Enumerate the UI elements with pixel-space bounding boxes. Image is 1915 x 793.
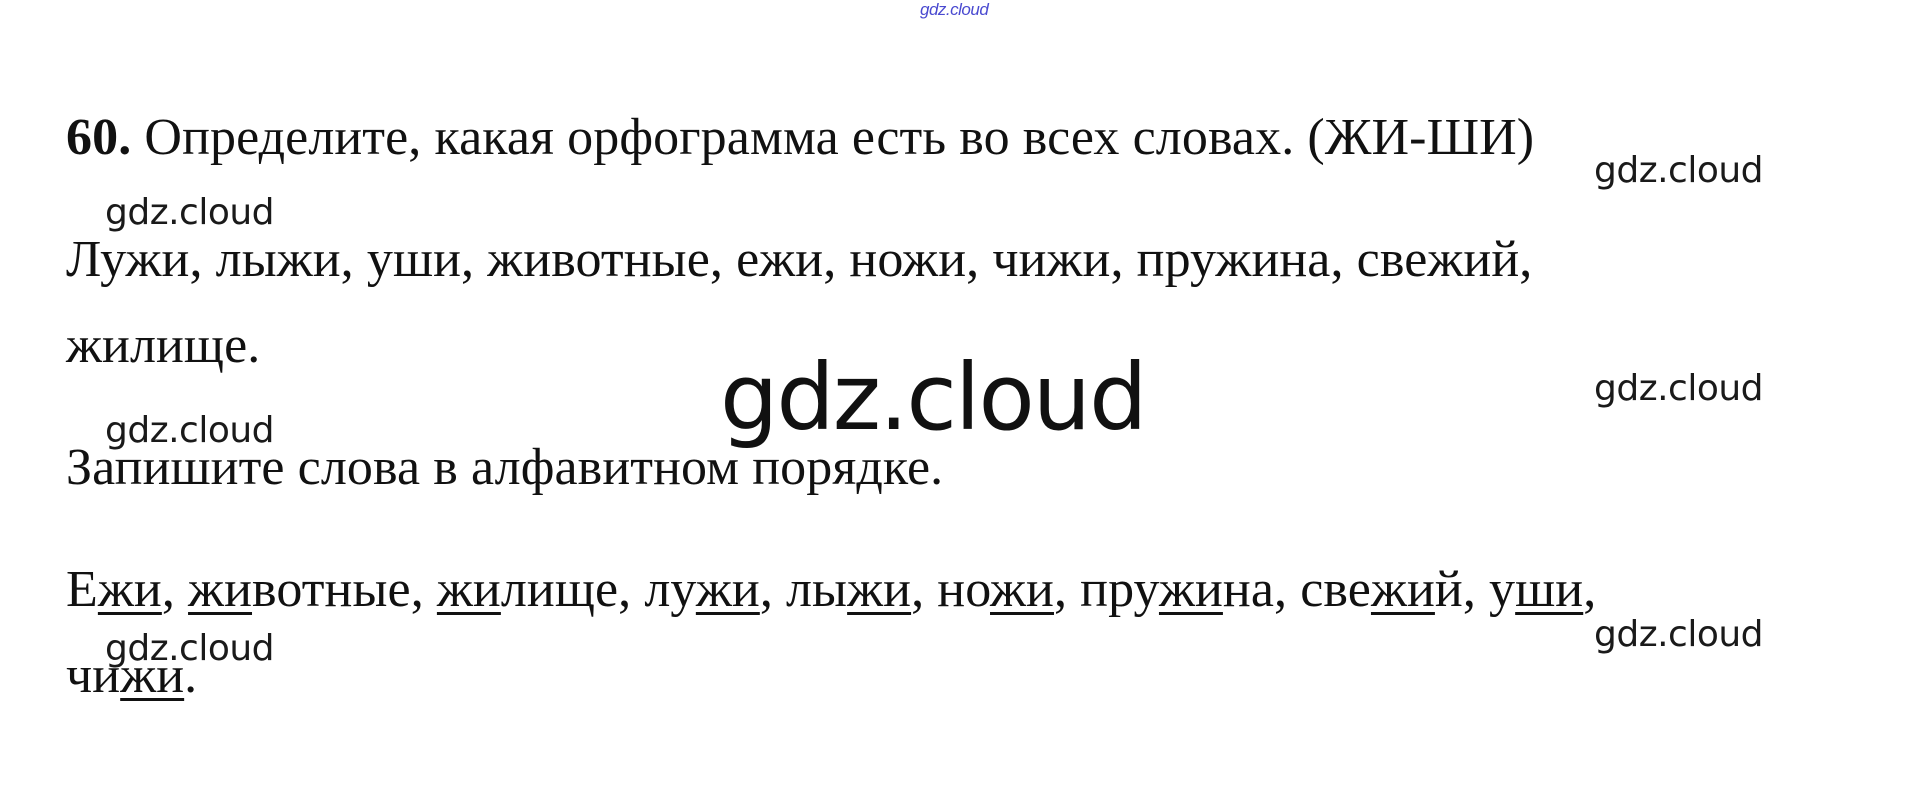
watermark: gdz.cloud — [1594, 368, 1764, 409]
answer-text: , пру — [1053, 561, 1159, 618]
answer-text: на, све — [1222, 561, 1371, 618]
underlined-spelling: жи — [990, 561, 1054, 618]
underlined-spelling: жи — [695, 561, 760, 618]
words-line-1: Лужи, лыжи, уши, животные, ежи, ножи, чи… — [66, 231, 1533, 288]
answer-text: Е — [66, 561, 98, 618]
answer-text: , — [1583, 561, 1597, 618]
watermark: gdz.cloud — [105, 410, 275, 451]
top-watermark: gdz.cloud — [920, 0, 989, 19]
watermark: gdz.cloud — [1594, 614, 1764, 655]
watermark: gdz.cloud — [105, 628, 275, 669]
watermark: gdz.cloud — [105, 192, 275, 233]
task-number: 60. — [66, 109, 132, 166]
answer-text: , — [161, 561, 189, 618]
task-instruction: Определите, какая орфограмма есть во все… — [131, 109, 1535, 166]
underlined-spelling: ши — [1515, 561, 1584, 618]
underlined-spelling: жи — [97, 561, 162, 618]
answer-text: вотные, — [252, 561, 437, 618]
underlined-spelling: жи — [188, 561, 253, 618]
answer-text: й, у — [1434, 561, 1516, 618]
words-line-2: жилище. — [66, 317, 261, 374]
underlined-spelling: жи — [1158, 561, 1223, 618]
answer-text: , но — [911, 561, 991, 618]
task-heading: 60. Определите, какая орфограмма есть во… — [66, 108, 1534, 168]
underlined-spelling: жи — [847, 561, 912, 618]
answer-text: лище, лу — [500, 561, 696, 618]
answer-text: , лы — [759, 561, 848, 618]
watermark: gdz.cloud — [1594, 150, 1764, 191]
answer-line-1: Ежи, животные, жилище, лужи, лыжи, ножи,… — [66, 560, 1596, 620]
center-watermark: gdz.cloud — [720, 344, 1147, 451]
underlined-spelling: жи — [436, 561, 501, 618]
underlined-spelling: жи — [1370, 561, 1435, 618]
